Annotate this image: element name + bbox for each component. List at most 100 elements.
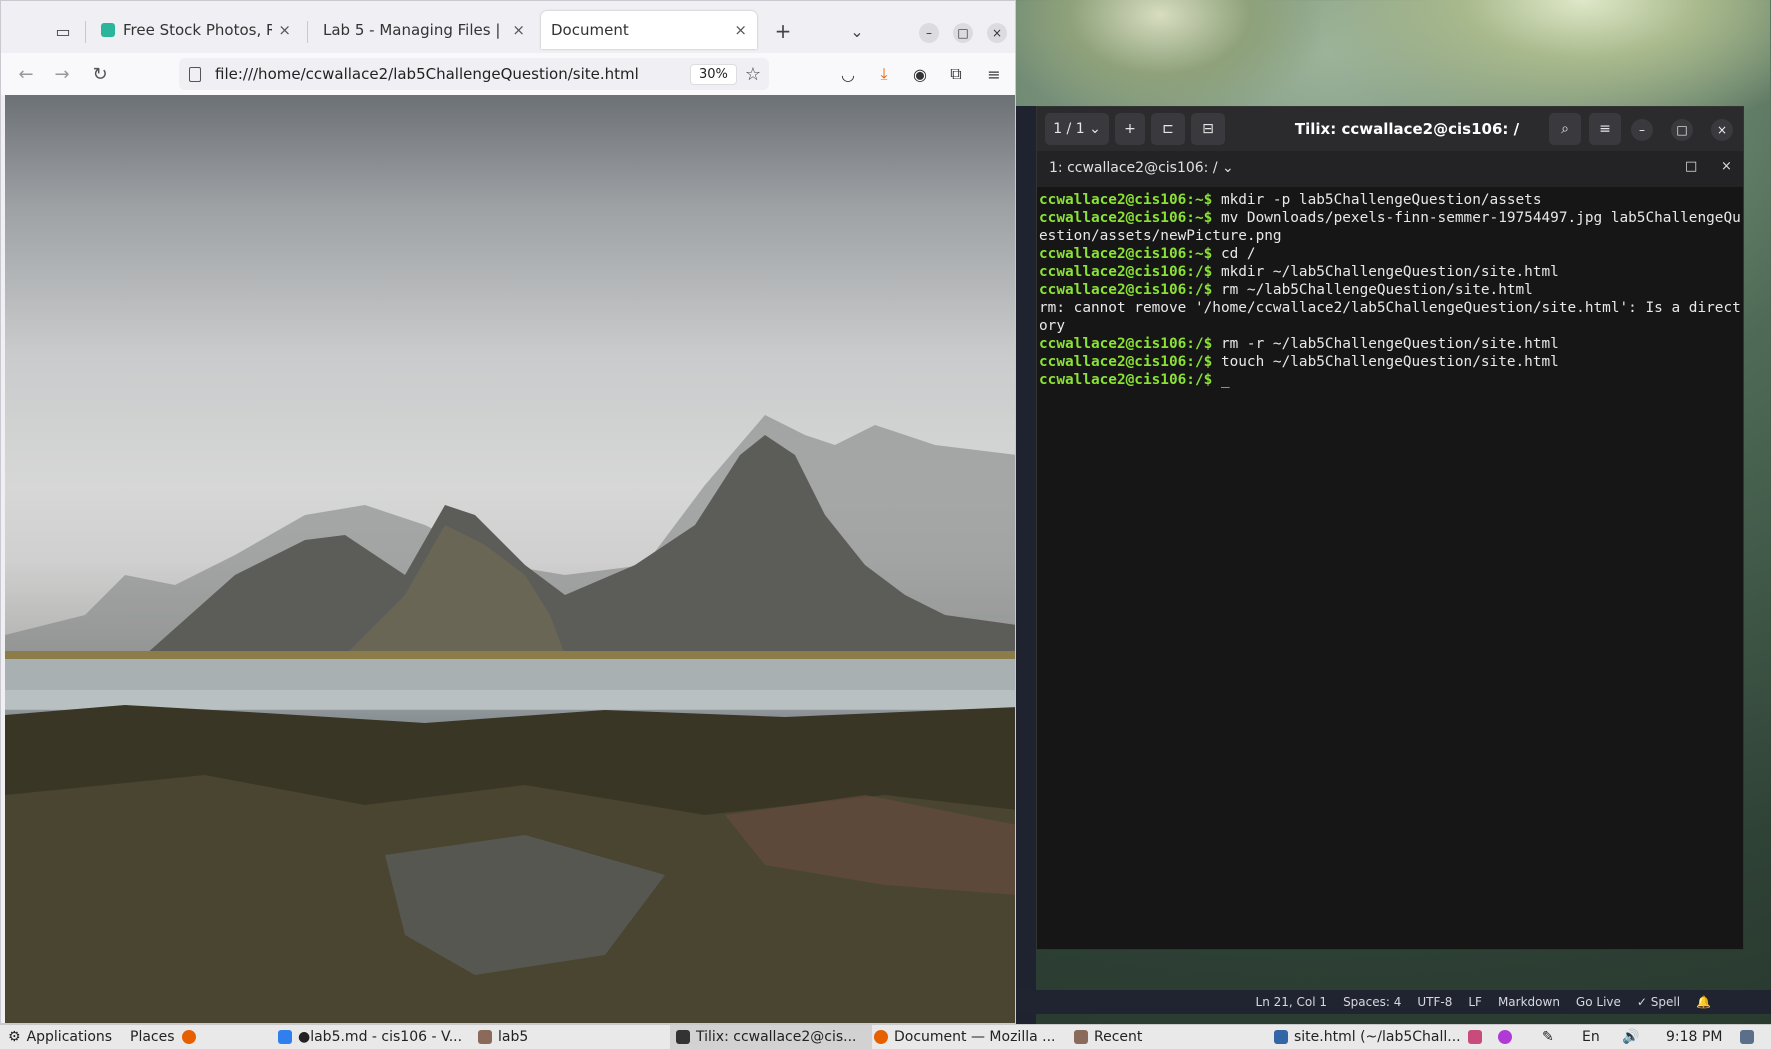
applications-icon: ⚙ <box>8 1029 21 1045</box>
extensions-icon[interactable]: ⧉ <box>945 63 967 85</box>
firefox-launcher-icon[interactable] <box>182 1025 202 1049</box>
close-tab-icon[interactable]: × <box>512 21 525 39</box>
eol[interactable]: LF <box>1468 995 1482 1009</box>
taskbar-item-recent[interactable]: Recent <box>1074 1025 1184 1049</box>
terminal-line: ccwallace2@cis106:/$ touch ~/lab5Challen… <box>1039 354 1559 370</box>
volume-icon[interactable]: 🔊 <box>1622 1025 1639 1049</box>
taskbar-item-label: Tilix: ccwallace2@cis... <box>696 1029 857 1045</box>
downloads-icon[interactable]: ⤓ <box>873 63 895 85</box>
terminal-line: ccwallace2@cis106:/$ rm ~/lab5ChallengeQ… <box>1039 282 1533 298</box>
taskbar-item-label: lab5 <box>498 1029 529 1045</box>
url-text[interactable]: file:///home/ccwallace2/lab5ChallengeQue… <box>215 65 690 83</box>
bell-icon[interactable]: 🔔 <box>1696 995 1711 1009</box>
address-bar[interactable]: file:///home/ccwallace2/lab5ChallengeQue… <box>179 58 769 90</box>
taskbar-item-label: site.html (~/lab5Chall... <box>1294 1029 1460 1045</box>
taskbar-item-label: Document — Mozilla ... <box>894 1029 1056 1045</box>
taskbar-item-label: ●lab5.md - cis106 - V... <box>298 1029 463 1045</box>
close-button[interactable]: × <box>1711 119 1733 141</box>
navigation-toolbar: ← → ↻ file:///home/ccwallace2/lab5Challe… <box>1 53 1015 95</box>
terminal-line: ccwallace2@cis106:/$ rm -r ~/lab5Challen… <box>1039 336 1559 352</box>
reload-icon[interactable]: ↻ <box>87 61 113 87</box>
places-menu[interactable]: Places <box>130 1025 175 1049</box>
folder-icon <box>478 1030 492 1044</box>
language-mode[interactable]: Markdown <box>1498 995 1560 1009</box>
session-counter: 1 / 1 <box>1053 121 1085 137</box>
taskbar-item-site-html[interactable]: site.html (~/lab5Chall... <box>1274 1025 1460 1049</box>
add-session-button[interactable]: + <box>1115 113 1145 145</box>
tab-stock-photos[interactable]: Free Stock Photos, Royal × <box>91 11 301 49</box>
tray-firefox-icon[interactable] <box>1498 1025 1518 1049</box>
taskbar-item-tilix[interactable]: Tilix: ccwallace2@cis... <box>670 1025 872 1049</box>
firefox-icon <box>182 1030 196 1044</box>
minimize-button[interactable]: – <box>919 23 939 43</box>
separator <box>85 21 86 43</box>
maximize-terminal-icon[interactable]: □ <box>1685 159 1697 174</box>
menu-icon[interactable]: ≡ <box>983 63 1005 85</box>
minimize-button[interactable]: – <box>1631 119 1653 141</box>
tab-label: Lab 5 - Managing Files | Linu <box>323 21 506 39</box>
terminal-line: ccwallace2@cis106:/$ mkdir ~/lab5Challen… <box>1039 264 1559 280</box>
places-label: Places <box>130 1029 175 1045</box>
tab-document[interactable]: Document × <box>541 11 757 49</box>
pocket-icon[interactable]: ◡ <box>837 63 859 85</box>
new-tab-button[interactable]: + <box>769 17 797 45</box>
encoding[interactable]: UTF-8 <box>1417 995 1452 1009</box>
list-tabs-button[interactable]: ⌄ <box>843 17 871 45</box>
vscode-window-edge <box>1016 106 1036 1024</box>
clock-label: 9:18 PM <box>1666 1029 1723 1045</box>
keyboard-layout-indicator[interactable]: En <box>1582 1025 1600 1049</box>
vscode-status-bar: Ln 21, Col 1 Spaces: 4 UTF-8 LF Markdown… <box>1016 990 1771 1014</box>
tab-lab5[interactable]: Lab 5 - Managing Files | Linu × <box>313 11 535 49</box>
terminal-line: rm: cannot remove '/home/ccwallace2/lab5… <box>1039 300 1741 334</box>
split-right-icon[interactable]: ⊏ <box>1151 113 1185 145</box>
tab-label: Free Stock Photos, Royal <box>123 21 272 39</box>
page-content-photo <box>5 95 1015 1023</box>
firefox-view-icon[interactable]: ▭ <box>49 17 77 45</box>
close-terminal-icon[interactable]: × <box>1721 159 1732 174</box>
terminal-output[interactable]: ccwallace2@cis106:~$ mkdir -p lab5Challe… <box>1037 187 1743 949</box>
show-desktop-icon[interactable] <box>1740 1025 1760 1049</box>
terminal-line: ccwallace2@cis106:/$ _ <box>1039 372 1230 388</box>
taskbar-item-lab5[interactable]: lab5 <box>478 1025 568 1049</box>
taskbar: ⚙ Applications Places ●lab5.md - cis106 … <box>0 1024 1771 1049</box>
tab-label: Document <box>551 21 629 39</box>
tilix-window: 1 / 1 ⌄ + ⊏ ⊟ Tilix: ccwallace2@cis106: … <box>1036 106 1744 950</box>
tray-app-icon[interactable] <box>1468 1025 1488 1049</box>
spell-button[interactable]: ✓ Spell <box>1637 995 1680 1009</box>
session-switcher[interactable]: 1 / 1 ⌄ <box>1045 113 1109 145</box>
firefox-icon <box>874 1030 888 1044</box>
window-title: Tilix: ccwallace2@cis106: / <box>1294 120 1520 138</box>
maximize-button[interactable]: □ <box>1671 119 1693 141</box>
menu-icon[interactable]: ≡ <box>1589 113 1621 145</box>
close-button[interactable]: × <box>987 23 1007 43</box>
taskbar-item-vscode[interactable]: ●lab5.md - cis106 - V... <box>278 1025 468 1049</box>
forward-icon[interactable]: → <box>49 61 75 87</box>
bookmark-star-icon[interactable]: ☆ <box>745 64 761 85</box>
split-down-icon[interactable]: ⊟ <box>1191 113 1225 145</box>
applications-label: Applications <box>26 1029 113 1045</box>
close-tab-icon[interactable]: × <box>278 21 291 39</box>
tray-network-icon[interactable]: ✎ <box>1542 1025 1554 1049</box>
search-icon[interactable]: ⌕ <box>1549 113 1581 145</box>
go-live-button[interactable]: Go Live <box>1576 995 1621 1009</box>
close-tab-icon[interactable]: × <box>734 21 747 39</box>
maximize-button[interactable]: □ <box>953 23 973 43</box>
terminal-line: ccwallace2@cis106:~$ cd / <box>1039 246 1256 262</box>
vscode-icon <box>278 1030 292 1044</box>
landscape-image <box>5 415 1015 1023</box>
terminal-line: ccwallace2@cis106:~$ mkdir -p lab5Challe… <box>1039 192 1542 208</box>
wallpaper-leaf <box>1000 0 1320 120</box>
cursor-position[interactable]: Ln 21, Col 1 <box>1256 995 1328 1009</box>
terminal-tab-label[interactable]: 1: ccwallace2@cis106: / ⌄ <box>1049 160 1234 176</box>
taskbar-item-firefox[interactable]: Document — Mozilla ... <box>874 1025 1064 1049</box>
applications-menu[interactable]: ⚙ Applications <box>8 1025 112 1049</box>
indent-setting[interactable]: Spaces: 4 <box>1343 995 1401 1009</box>
back-icon[interactable]: ← <box>13 61 39 87</box>
terminal-line: ccwallace2@cis106:~$ mv Downloads/pexels… <box>1039 210 1741 244</box>
folder-icon <box>1074 1030 1088 1044</box>
pexels-favicon-icon <box>101 23 115 37</box>
zoom-indicator[interactable]: 30% <box>689 63 737 85</box>
account-icon[interactable]: ◉ <box>909 63 931 85</box>
clock[interactable]: 9:18 PM <box>1666 1025 1722 1049</box>
tab-bar: ▭ Free Stock Photos, Royal × Lab 5 - Man… <box>1 1 1015 51</box>
